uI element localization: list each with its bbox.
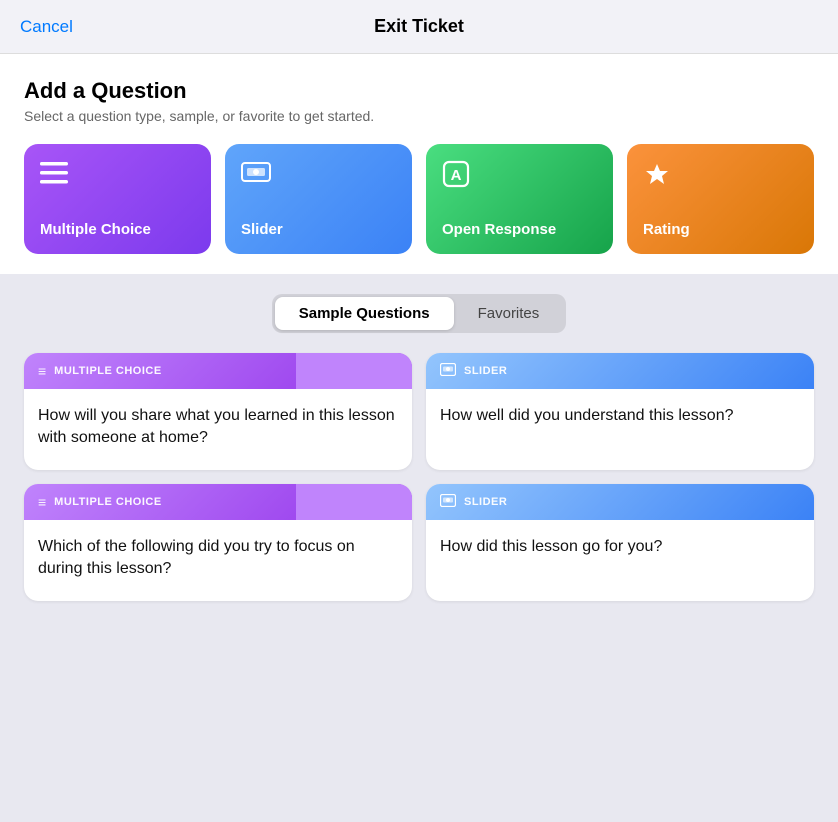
question-card-2-body: How well did you understand this lesson? <box>426 389 814 447</box>
add-question-title: Add a Question <box>24 78 814 104</box>
question-card-4-body: How did this lesson go for you? <box>426 520 814 578</box>
question-card-1-type: MULTIPLE CHOICE <box>54 365 162 377</box>
slider-icon-4 <box>440 494 456 510</box>
question-card-2[interactable]: SLIDER How well did you understand this … <box>426 353 814 470</box>
multiple-choice-label: Multiple Choice <box>40 221 151 238</box>
question-card-1-body: How will you share what you learned in t… <box>24 389 412 470</box>
question-types-grid: Multiple Choice Slider A Open Response <box>24 144 814 254</box>
open-response-icon: A <box>442 160 470 195</box>
slider-label: Slider <box>241 221 283 238</box>
slider-icon <box>241 160 271 191</box>
question-card-4-type: SLIDER <box>464 496 507 508</box>
add-question-subtitle: Select a question type, sample, or favor… <box>24 108 814 124</box>
question-card-1-header: ≡ MULTIPLE CHOICE <box>24 353 412 389</box>
question-card-3-header: ≡ MULTIPLE CHOICE <box>24 484 412 520</box>
rating-icon <box>643 160 671 195</box>
question-card-1[interactable]: ≡ MULTIPLE CHOICE How will you share wha… <box>24 353 412 470</box>
question-card-3-body: Which of the following did you try to fo… <box>24 520 412 601</box>
question-card-2-type: SLIDER <box>464 365 507 377</box>
svg-text:A: A <box>451 167 462 184</box>
question-card-4[interactable]: SLIDER How did this lesson go for you? <box>426 484 814 601</box>
question-card-1-text: How will you share what you learned in t… <box>38 405 398 450</box>
rating-label: Rating <box>643 221 690 238</box>
top-bar: Cancel Exit Ticket <box>0 0 838 54</box>
tab-sample-questions[interactable]: Sample Questions <box>275 297 454 330</box>
main-content: Add a Question Select a question type, s… <box>0 54 838 274</box>
cancel-button[interactable]: Cancel <box>20 17 73 37</box>
question-card-3[interactable]: ≡ MULTIPLE CHOICE Which of the following… <box>24 484 412 601</box>
question-card-3-type: MULTIPLE CHOICE <box>54 496 162 508</box>
question-type-slider[interactable]: Slider <box>225 144 412 254</box>
question-type-rating[interactable]: Rating <box>627 144 814 254</box>
mc-icon-3: ≡ <box>38 494 46 510</box>
tab-favorites[interactable]: Favorites <box>454 297 564 330</box>
question-card-4-header: SLIDER <box>426 484 814 520</box>
question-type-open-response[interactable]: A Open Response <box>426 144 613 254</box>
tabs-container: Sample Questions Favorites <box>24 294 814 333</box>
open-response-label: Open Response <box>442 221 556 238</box>
question-card-3-text: Which of the following did you try to fo… <box>38 536 398 581</box>
question-card-2-text: How well did you understand this lesson? <box>440 405 800 427</box>
questions-grid: ≡ MULTIPLE CHOICE How will you share wha… <box>24 353 814 601</box>
tabs-group: Sample Questions Favorites <box>272 294 567 333</box>
samples-section: Sample Questions Favorites ≡ MULTIPLE CH… <box>0 274 838 822</box>
question-card-4-text: How did this lesson go for you? <box>440 536 800 558</box>
question-card-2-header: SLIDER <box>426 353 814 389</box>
multiple-choice-icon <box>40 160 68 191</box>
question-type-multiple-choice[interactable]: Multiple Choice <box>24 144 211 254</box>
page-title: Exit Ticket <box>374 16 464 37</box>
mc-icon-1: ≡ <box>38 363 46 379</box>
slider-icon-2 <box>440 363 456 379</box>
